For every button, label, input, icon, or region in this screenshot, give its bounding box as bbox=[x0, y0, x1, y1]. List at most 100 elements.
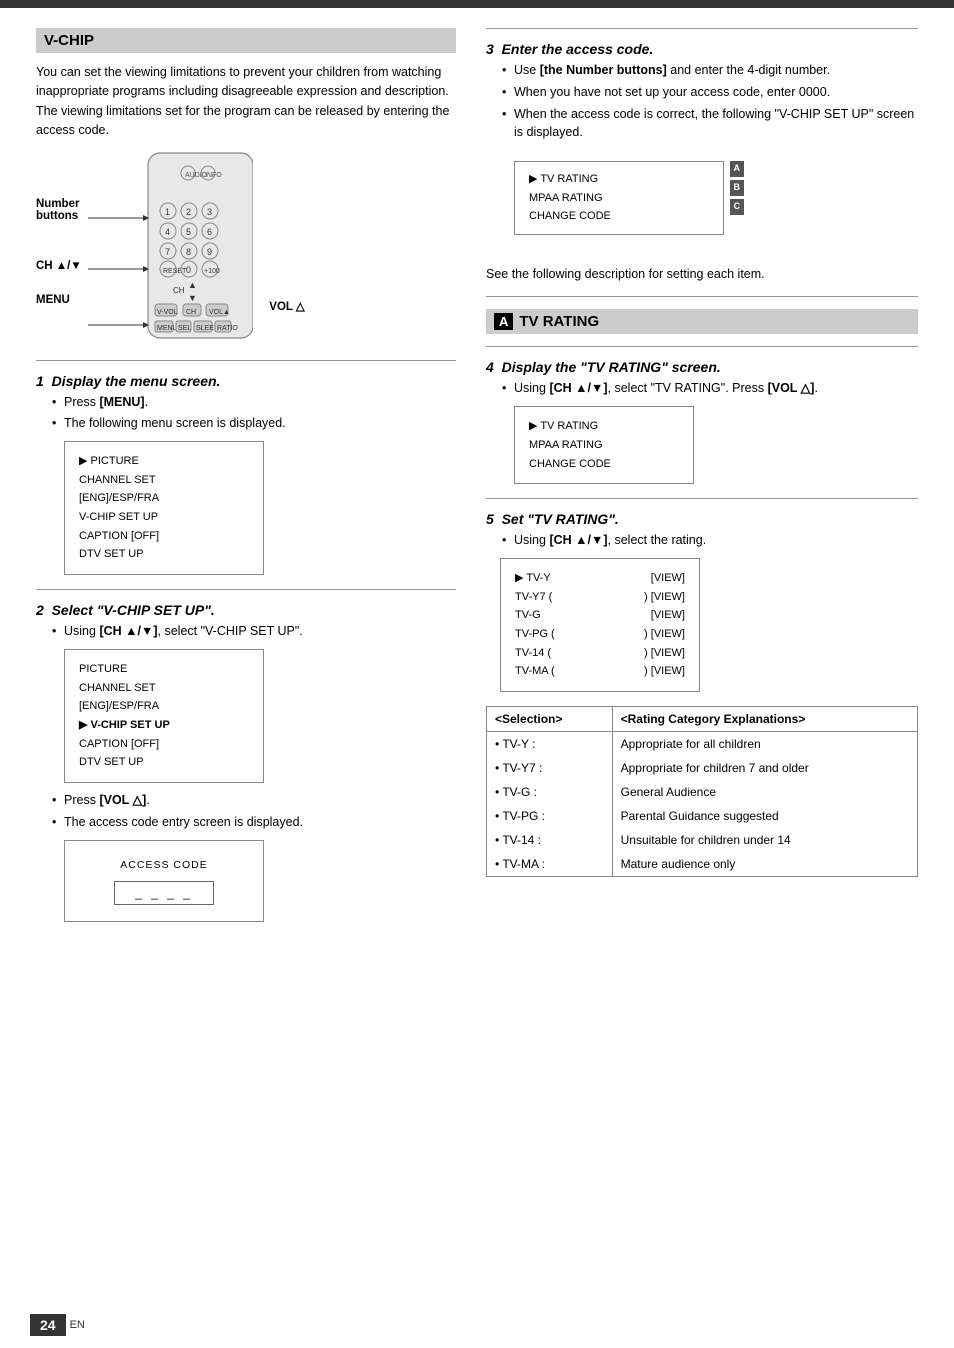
table-row: • TV-Y : Appropriate for all children bbox=[487, 732, 918, 757]
side-label-a: A bbox=[730, 161, 745, 177]
sel-tvma: • TV-MA : bbox=[487, 852, 613, 877]
svg-text:RATIO: RATIO bbox=[217, 325, 238, 332]
right-divider-mid bbox=[486, 296, 918, 297]
sel-tvg: • TV-G : bbox=[487, 780, 613, 804]
page-number: 24 bbox=[30, 1314, 66, 1336]
menu2-item-3: [ENG]/ESP/FRA bbox=[79, 697, 249, 716]
svg-text:1: 1 bbox=[165, 207, 170, 217]
step3-note: See the following description for settin… bbox=[486, 265, 918, 284]
table-row: • TV-MA : Mature audience only bbox=[487, 852, 918, 877]
exp-tvy: Appropriate for all children bbox=[612, 732, 917, 757]
menu2-item-6: DTV SET UP bbox=[79, 753, 249, 772]
side-label-c: C bbox=[730, 199, 745, 215]
step-5-sub: Using [CH ▲/▼], select the rating. ▶ TV-… bbox=[500, 531, 918, 692]
table-row: • TV-Y7 : Appropriate for children 7 and… bbox=[487, 756, 918, 780]
exp-tvy7: Appropriate for children 7 and older bbox=[612, 756, 917, 780]
rating-row-4: TV-PG () [VIEW] bbox=[515, 625, 685, 644]
sel-tvy7: • TV-Y7 : bbox=[487, 756, 613, 780]
side-labels: A B C bbox=[730, 161, 745, 215]
vchip-screen-item-2: MPAA RATING bbox=[529, 189, 709, 208]
step-3-sub: Use [the Number buttons] and enter the 4… bbox=[500, 61, 918, 251]
step-1-sub: Press [MENU]. The following menu screen … bbox=[50, 393, 456, 576]
tv-rating-title: TV RATING bbox=[519, 313, 599, 330]
rating-row-2: TV-Y7 () [VIEW] bbox=[515, 588, 685, 607]
page-container: V-CHIP You can set the viewing limitatio… bbox=[0, 0, 954, 1348]
vchip-screen-item-1: ▶ TV RATING bbox=[529, 170, 709, 189]
exp-tv14: Unsuitable for children under 14 bbox=[612, 828, 917, 852]
divider-2 bbox=[36, 589, 456, 590]
svg-text:0: 0 bbox=[186, 265, 191, 275]
access-code-box: ACCESS CODE _ _ _ _ bbox=[64, 840, 264, 923]
svg-text:MENU: MENU bbox=[157, 325, 178, 332]
step-3-bullet-2: When you have not set up your access cod… bbox=[500, 83, 918, 102]
svg-text:▼: ▼ bbox=[188, 293, 197, 303]
svg-text:SEL: SEL bbox=[178, 325, 191, 332]
step-2: 2 Select "V-CHIP SET UP". Using [CH ▲/▼]… bbox=[36, 602, 456, 922]
step-1: 1 Display the menu screen. Press [MENU].… bbox=[36, 373, 456, 576]
tv-rating-menu-box: ▶ TV RATING MPAA RATING CHANGE CODE bbox=[514, 406, 694, 484]
page-lang: EN bbox=[70, 1319, 85, 1331]
rating-row-1: ▶ TV-Y[VIEW] bbox=[515, 569, 685, 588]
step-5-number: 5 Set "TV RATING". bbox=[486, 511, 918, 527]
menu1-item-4: V-CHIP SET UP bbox=[79, 508, 249, 527]
step-1-number: 1 Display the menu screen. bbox=[36, 373, 456, 389]
rating-row-3: TV-G[VIEW] bbox=[515, 606, 685, 625]
right-divider-bot bbox=[486, 498, 918, 499]
step-1-bullet-2: The following menu screen is displayed. bbox=[50, 414, 456, 433]
table-row: • TV-G : General Audience bbox=[487, 780, 918, 804]
rating-options-box: ▶ TV-Y[VIEW] TV-Y7 () [VIEW] TV-G[VIEW] … bbox=[500, 558, 700, 692]
left-column: V-CHIP You can set the viewing limitatio… bbox=[36, 28, 456, 936]
step-4: 4 Display the "TV RATING" screen. Using … bbox=[486, 359, 918, 484]
right-divider-mid2 bbox=[486, 346, 918, 347]
remote-diagram: Numberbuttons CH ▲/▼ MENU bbox=[36, 151, 456, 344]
table-col2-header: <Rating Category Explanations> bbox=[612, 707, 917, 732]
right-column: 3 Enter the access code. Use [the Number… bbox=[486, 28, 918, 936]
tvrating-item-1: ▶ TV RATING bbox=[529, 417, 679, 436]
menu1-item-6: DTV SET UP bbox=[79, 545, 249, 564]
exp-tvpg: Parental Guidance suggested bbox=[612, 804, 917, 828]
svg-text:6: 6 bbox=[207, 227, 212, 237]
svg-text:4: 4 bbox=[165, 227, 170, 237]
step-2-bullet-1: Using [CH ▲/▼], select "V-CHIP SET UP". bbox=[50, 622, 456, 641]
step-4-number: 4 Display the "TV RATING" screen. bbox=[486, 359, 918, 375]
menu1-item-1: ▶ PICTURE bbox=[79, 452, 249, 471]
step-5-bullet-1: Using [CH ▲/▼], select the rating. bbox=[500, 531, 918, 550]
svg-text:7: 7 bbox=[165, 247, 170, 257]
menu2-item-1: PICTURE bbox=[79, 660, 249, 679]
svg-text:5: 5 bbox=[186, 227, 191, 237]
step-4-bullet-1: Using [CH ▲/▼], select "TV RATING". Pres… bbox=[500, 379, 918, 398]
table-row: • TV-14 : Unsuitable for children under … bbox=[487, 828, 918, 852]
menu-box-2: PICTURE CHANNEL SET [ENG]/ESP/FRA ▶ V-CH… bbox=[64, 649, 264, 783]
svg-text:8: 8 bbox=[186, 247, 191, 257]
svg-text:V-VOL: V-VOL bbox=[157, 309, 178, 316]
sel-tv14: • TV-14 : bbox=[487, 828, 613, 852]
selection-table: <Selection> <Rating Category Explanation… bbox=[486, 706, 918, 877]
step-3-bullet-3: When the access code is correct, the fol… bbox=[500, 105, 918, 143]
menu2-item-5: CAPTION [OFF] bbox=[79, 735, 249, 754]
vchip-title: V-CHIP bbox=[44, 32, 94, 49]
number-buttons-label: Numberbuttons bbox=[36, 198, 82, 222]
menu2-item-4: ▶ V-CHIP SET UP bbox=[79, 716, 249, 735]
step-2b-bullet-2: The access code entry screen is displaye… bbox=[50, 813, 456, 832]
step-3-number: 3 Enter the access code. bbox=[486, 41, 918, 57]
side-label-b: B bbox=[730, 180, 745, 196]
svg-text:+100: +100 bbox=[204, 268, 220, 275]
menu1-item-3: [ENG]/ESP/FRA bbox=[79, 489, 249, 508]
svg-text:CH: CH bbox=[186, 309, 196, 316]
tvrating-item-3: CHANGE CODE bbox=[529, 455, 679, 474]
vchip-section-header: V-CHIP bbox=[36, 28, 456, 53]
ch-label: CH ▲/▼ bbox=[36, 260, 82, 272]
table-col1-header: <Selection> bbox=[487, 707, 613, 732]
vchip-screen-content: ▶ TV RATING MPAA RATING CHANGE CODE bbox=[514, 161, 724, 235]
remote-illustration: AUDIO INFO 1 2 3 4 5 6 7 8 9 RESET bbox=[88, 151, 253, 341]
sel-tvpg: • TV-PG : bbox=[487, 804, 613, 828]
right-divider-top bbox=[486, 28, 918, 29]
svg-text:CH: CH bbox=[173, 286, 185, 295]
svg-text:9: 9 bbox=[207, 247, 212, 257]
step-1-bullet-1: Press [MENU]. bbox=[50, 393, 456, 412]
step-2-sub: Using [CH ▲/▼], select "V-CHIP SET UP". … bbox=[50, 622, 456, 922]
tv-rating-header: A TV RATING bbox=[486, 309, 918, 334]
top-bar bbox=[0, 0, 954, 8]
remote-svg: AUDIO INFO 1 2 3 4 5 6 7 8 9 RESET bbox=[88, 151, 253, 344]
menu1-item-5: CAPTION [OFF] bbox=[79, 527, 249, 546]
